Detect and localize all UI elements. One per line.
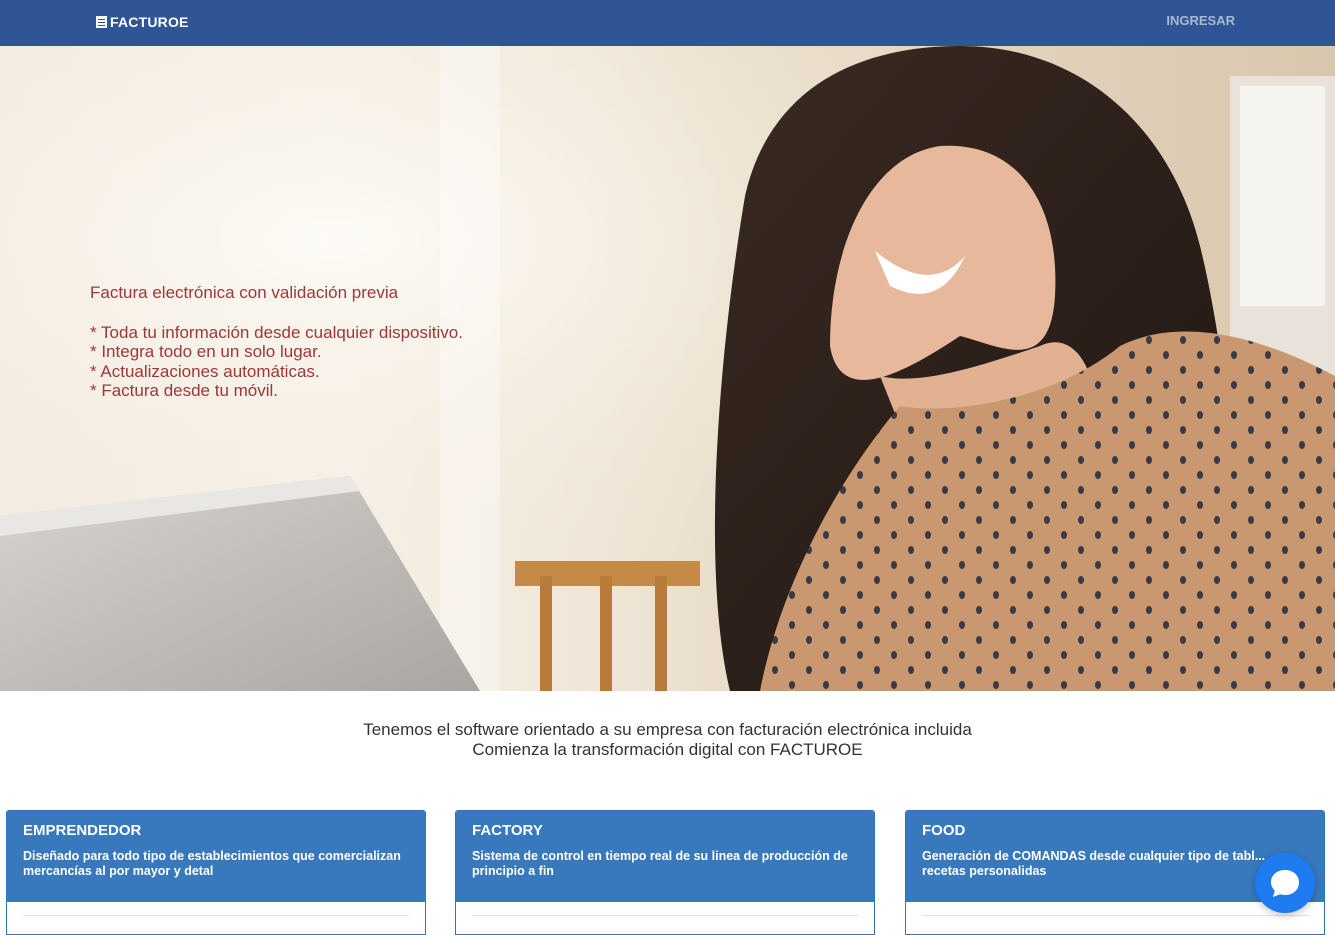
tagline-line-2: Comienza la transformación digital con F… xyxy=(472,740,863,759)
logo-text: FACTUROE xyxy=(110,14,189,30)
plan-card-header: EMPRENDEDOR Diseñado para todo tipo de e… xyxy=(7,811,425,902)
login-link[interactable]: INGRESAR xyxy=(1166,13,1235,28)
document-icon xyxy=(96,16,107,28)
hero-headline: Factura electrónica con validación previ… xyxy=(90,283,399,302)
divider xyxy=(922,915,1308,916)
hero-bullet: * Factura desde tu móvil. xyxy=(90,381,279,401)
plan-title: FOOD xyxy=(922,822,966,839)
hero-bullet: * Integra todo en un solo lugar. xyxy=(90,342,322,362)
divider xyxy=(472,915,858,916)
plan-title: EMPRENDEDOR xyxy=(23,822,142,839)
tagline: Tenemos el software orientado a su empre… xyxy=(0,720,1335,760)
top-navbar: FACTUROE INGRESAR xyxy=(0,0,1335,46)
plan-description: Generación de COMANDAS desde cualquier t… xyxy=(922,849,1266,878)
divider xyxy=(23,915,409,916)
plan-description: Diseñado para todo tipo de establecimien… xyxy=(23,849,401,878)
hero-bullet: * Toda tu información desde cualquier di… xyxy=(90,322,463,342)
chat-button[interactable] xyxy=(1255,853,1315,913)
chat-bubble-icon xyxy=(1271,870,1299,897)
plan-card-header: FACTORY Sistema de control en tiempo rea… xyxy=(456,811,874,902)
plan-title: FACTORY xyxy=(472,822,543,839)
plan-card-emprendedor[interactable]: EMPRENDEDOR Diseñado para todo tipo de e… xyxy=(6,810,426,935)
tagline-line-1: Tenemos el software orientado a su empre… xyxy=(363,720,972,739)
facturoe-logo[interactable]: FACTUROE xyxy=(96,13,189,31)
plan-description: Sistema de control en tiempo real de su … xyxy=(472,849,848,878)
plan-card-factory[interactable]: FACTORY Sistema de control en tiempo rea… xyxy=(455,810,875,935)
hero-bullet: * Actualizaciones automáticas. xyxy=(90,361,320,381)
hero-banner: Factura electrónica con validación previ… xyxy=(0,46,1335,691)
hero-copy: Factura electrónica con validación previ… xyxy=(90,283,463,401)
